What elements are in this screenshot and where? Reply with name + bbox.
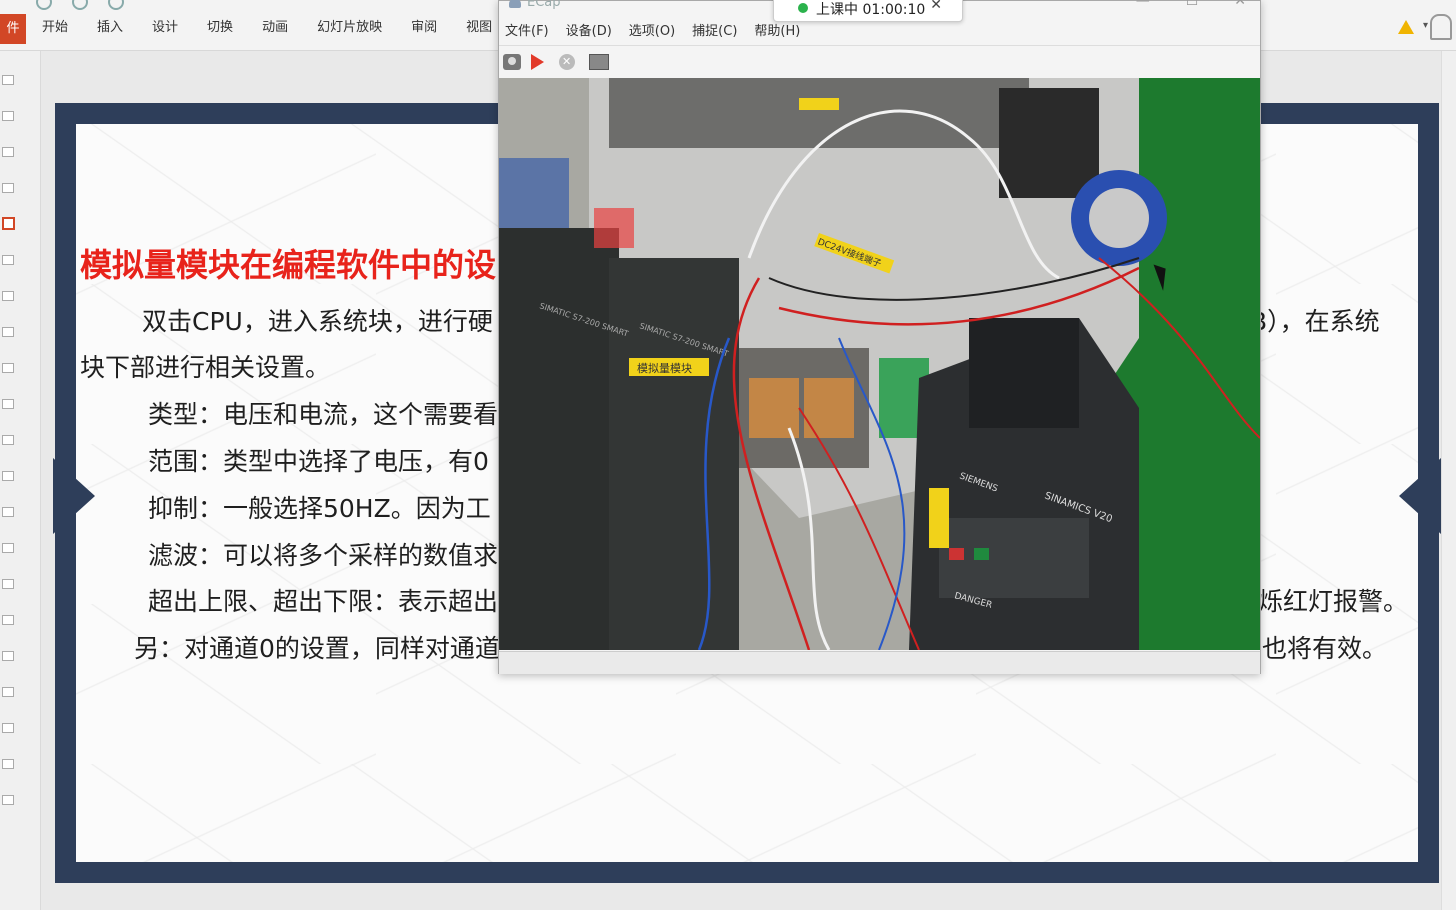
image-icon[interactable] — [589, 54, 609, 70]
relay-1 — [749, 378, 799, 438]
play-icon[interactable] — [531, 54, 544, 70]
body-line-8-end: 也将有效。 — [1262, 634, 1388, 663]
live-indicator-icon — [798, 3, 808, 13]
slide-thumbnail[interactable] — [2, 435, 14, 445]
slide-thumbnail[interactable] — [2, 147, 14, 157]
close-button[interactable]: ✕ — [1234, 0, 1246, 9]
tab-home[interactable]: 开始 — [42, 16, 68, 40]
camera-icon[interactable] — [503, 54, 521, 70]
warning-icon[interactable] — [1398, 20, 1414, 34]
stepper-motor — [999, 88, 1099, 198]
body-line-1: 双击CPU，进入系统块，进行硬 — [142, 307, 493, 336]
vertical-scrollbar[interactable] — [1441, 51, 1456, 910]
body-line-6: 滤波：可以将多个采样的数值求 — [148, 541, 499, 570]
slide-thumbnail[interactable] — [2, 507, 14, 517]
timer-close-button[interactable]: ✕ — [930, 0, 942, 13]
slide-thumbnail[interactable] — [2, 255, 14, 265]
body-line-7: 超出上限、超出下限：表示超出 — [148, 587, 499, 616]
file-tab[interactable]: 件 — [0, 14, 26, 44]
slide-thumbnail[interactable] — [2, 399, 14, 409]
timer-text: 上课中 01:00:10 — [816, 2, 926, 18]
tab-animations[interactable]: 动画 — [262, 16, 288, 40]
menu-options[interactable]: 选项(O) — [629, 23, 675, 41]
tab-view[interactable]: 视图 — [466, 16, 492, 40]
frame-notch-left — [53, 458, 95, 534]
tab-design[interactable]: 设计 — [152, 16, 178, 40]
slide-thumbnail[interactable] — [2, 471, 14, 481]
wire-ferrules — [499, 158, 569, 228]
tab-review[interactable]: 审阅 — [411, 16, 437, 40]
body-line-8: 另：对通道0的设置，同样对通道 — [134, 634, 500, 663]
body-line-7-end: 烁红灯报警。 — [1258, 587, 1409, 616]
stop-icon[interactable] — [559, 54, 575, 70]
slide-thumbnail[interactable] — [2, 75, 14, 85]
plc-cpu-2 — [609, 258, 739, 650]
status-bar — [499, 651, 1260, 674]
webcam-video-feed: 模拟量模块 SIMATIC S7-200 SMART SIMATIC S7-20… — [499, 78, 1260, 650]
slide-thumbnails-panel[interactable] — [0, 51, 41, 910]
body-line-2: 块下部进行相关设置。 — [80, 353, 331, 382]
side-tag — [929, 488, 949, 548]
vfd-btn-green — [974, 548, 989, 560]
chevron-down-icon[interactable]: ▾ — [1423, 20, 1428, 31]
plc-cpu-1 — [499, 228, 619, 650]
window-controls: — ☐ ✕ — [1136, 0, 1246, 9]
linear-rail — [609, 78, 1029, 148]
menu-help[interactable]: 帮助(H) — [754, 23, 800, 41]
slide-thumbnail-selected[interactable] — [2, 217, 15, 230]
redo-icon[interactable] — [72, 0, 88, 10]
body-line-1-end: B），在系统 — [1250, 307, 1380, 336]
module-tag-text: 模拟量模块 — [637, 361, 692, 375]
quick-access-toolbar — [0, 0, 160, 10]
slide-thumbnail[interactable] — [2, 363, 14, 373]
slide-thumbnail[interactable] — [2, 795, 14, 805]
menu-file[interactable]: 文件(F) — [505, 23, 549, 41]
slide-thumbnail[interactable] — [2, 327, 14, 337]
ecap-window[interactable]: ECap — ☐ ✕ 文件(F) 设备(D) 选项(O) 捕捉(C) 帮助(H) — [498, 0, 1261, 674]
slide-thumbnail[interactable] — [2, 723, 14, 733]
webcam-icon — [509, 0, 521, 8]
vfd-heatsink — [969, 318, 1079, 428]
menu-capture[interactable]: 捕捉(C) — [692, 23, 737, 41]
window-title-text: ECap — [527, 0, 561, 10]
slide-thumbnail[interactable] — [2, 111, 14, 121]
minimize-button[interactable]: — — [1136, 0, 1150, 9]
body-line-3: 类型：电压和电流，这个需要看 — [148, 400, 499, 429]
menu-device[interactable]: 设备(D) — [566, 23, 612, 41]
slide-thumbnail[interactable] — [2, 183, 14, 193]
tab-transitions[interactable]: 切换 — [207, 16, 233, 40]
menu-bar: 文件(F) 设备(D) 选项(O) 捕捉(C) 帮助(H) — [505, 23, 817, 41]
slide-thumbnail[interactable] — [2, 543, 14, 553]
mic-icon[interactable] — [108, 0, 124, 10]
tab-insert[interactable]: 插入 — [97, 16, 123, 40]
tab-slideshow[interactable]: 幻灯片放映 — [317, 16, 382, 40]
window-title: ECap — [509, 0, 561, 11]
undo-icon[interactable] — [36, 0, 52, 10]
video-frame: 模拟量模块 SIMATIC S7-200 SMART SIMATIC S7-20… — [499, 78, 1260, 650]
maximize-button[interactable]: ☐ — [1186, 0, 1199, 9]
sensor-face — [1089, 188, 1149, 248]
body-line-4: 范围：类型中选择了电压，有0 — [148, 447, 489, 476]
slide-thumbnail[interactable] — [2, 759, 14, 769]
account-icon[interactable] — [1430, 14, 1452, 40]
vfd-btn-red — [949, 548, 964, 560]
slide-title: 模拟量模块在编程软件中的设 — [80, 246, 497, 284]
body-line-5: 抑制：一般选择50HZ。因为工 — [148, 494, 491, 523]
slide-thumbnail[interactable] — [2, 291, 14, 301]
slide-thumbnail[interactable] — [2, 615, 14, 625]
capture-toolbar — [499, 45, 1260, 78]
slide-thumbnail[interactable] — [2, 579, 14, 589]
class-timer[interactable]: 上课中 01:00:10 ✕ — [773, 0, 963, 22]
slide-thumbnail[interactable] — [2, 687, 14, 697]
ribbon-tabs: 开始 插入 设计 切换 动画 幻灯片放映 审阅 视图 — [42, 16, 521, 40]
red-ferrules — [594, 208, 634, 248]
frame-notch-right — [1399, 458, 1441, 534]
yellow-tag — [799, 98, 839, 110]
slide-thumbnail[interactable] — [2, 651, 14, 661]
